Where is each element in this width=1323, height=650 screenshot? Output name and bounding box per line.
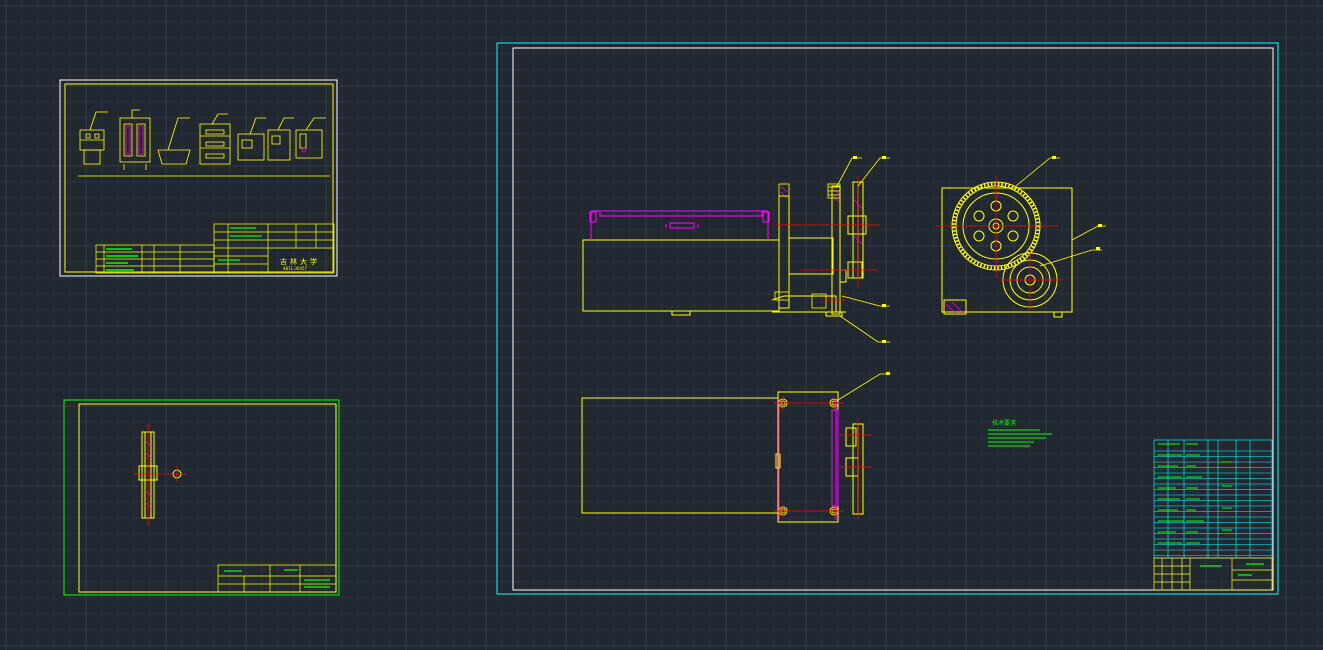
sheet-2-title-text-lines	[224, 569, 330, 588]
sheet-1-company-name: 吉林大学	[280, 257, 320, 266]
cad-canvas[interactable]: 吉林大学 4811.30457 技术要求	[0, 0, 1323, 650]
sheet-1-drawing-number: 4811.30457	[283, 266, 308, 271]
tech-requirements-title: 技术要求	[992, 419, 1016, 427]
side-view	[941, 181, 1073, 318]
sheet-2-shaft-part	[138, 431, 182, 519]
sheet-3-inner-border	[512, 47, 1274, 591]
cad-drawing[interactable]: 吉林大学 4811.30457 技术要求	[0, 0, 1323, 650]
sheet-1-title-text-lines	[218, 227, 262, 261]
front-view	[582, 181, 867, 317]
background-grid	[0, 0, 1323, 650]
sheet-2-title-block	[217, 564, 337, 593]
